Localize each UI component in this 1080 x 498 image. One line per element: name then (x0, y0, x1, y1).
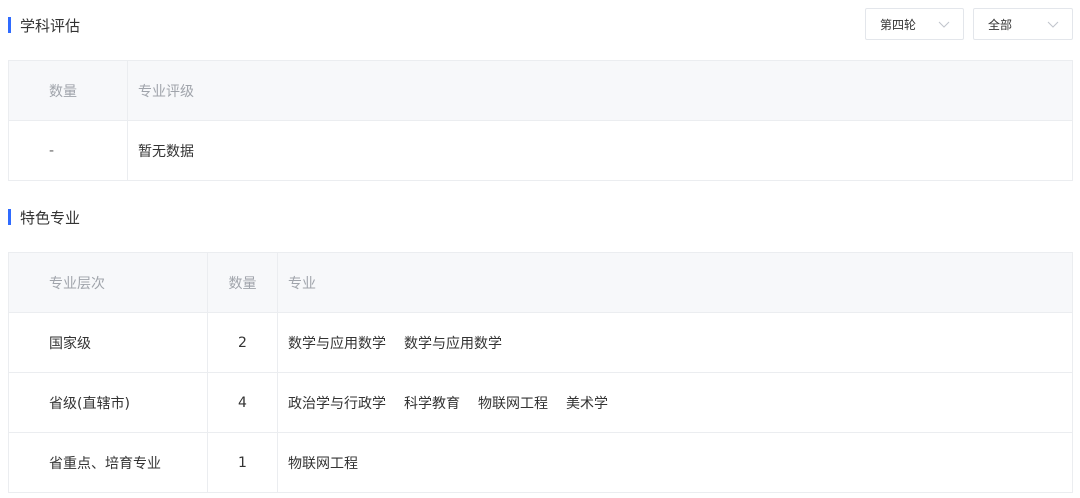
major-name: 科学教育 (404, 395, 460, 412)
major-name: 物联网工程 (478, 395, 548, 412)
section-title-discipline-assessment: 学科评估 (8, 15, 80, 35)
chevron-down-icon (938, 21, 950, 28)
major-name: 物联网工程 (288, 455, 358, 472)
cell-rating: 暂无数据 (127, 120, 1073, 181)
cell-count: 1 (207, 432, 278, 493)
table-row: 省级(直辖市) 4 政治学与行政学 科学教育 物联网工程 美术学 (8, 372, 1073, 433)
column-header-count: 数量 (8, 60, 128, 121)
scope-select[interactable]: 全部 (973, 8, 1073, 40)
table-row: 国家级 2 数学与应用数学 数学与应用数学 (8, 312, 1073, 373)
scope-select-value: 全部 (988, 17, 1013, 32)
assessment-table: 数量 专业评级 - 暂无数据 (8, 60, 1073, 181)
title-accent-bar (8, 17, 11, 33)
column-header-rating: 专业评级 (127, 60, 1073, 121)
round-select[interactable]: 第四轮 (865, 8, 964, 40)
table-row: - 暂无数据 (8, 120, 1073, 181)
column-header-majors: 专业 (277, 252, 1073, 313)
chevron-down-icon (1047, 21, 1059, 28)
cell-majors: 数学与应用数学 数学与应用数学 (277, 312, 1073, 373)
cell-majors: 政治学与行政学 科学教育 物联网工程 美术学 (277, 372, 1073, 433)
section-title-text: 学科评估 (20, 16, 81, 35)
table-row: 省重点、培育专业 1 物联网工程 (8, 432, 1073, 493)
cell-count: 2 (207, 312, 278, 373)
featured-majors-table: 专业层次 数量 专业 国家级 2 数学与应用数学 数学与应用数学 省级(直辖市) … (8, 252, 1073, 493)
section-title-text: 特色专业 (20, 208, 81, 227)
cell-level: 省级(直辖市) (8, 372, 208, 433)
cell-count: - (8, 120, 128, 181)
major-name: 数学与应用数学 (404, 335, 502, 352)
column-header-level: 专业层次 (8, 252, 208, 313)
section-title-featured-majors: 特色专业 (8, 207, 80, 227)
cell-level: 省重点、培育专业 (8, 432, 208, 493)
cell-level: 国家级 (8, 312, 208, 373)
cell-count: 4 (207, 372, 278, 433)
major-name: 政治学与行政学 (288, 395, 386, 412)
table-header-row: 专业层次 数量 专业 (8, 252, 1073, 313)
major-name: 美术学 (566, 395, 608, 412)
title-accent-bar (8, 209, 11, 225)
cell-majors: 物联网工程 (277, 432, 1073, 493)
table-header-row: 数量 专业评级 (8, 60, 1073, 121)
round-select-value: 第四轮 (880, 17, 917, 32)
column-header-count: 数量 (207, 252, 278, 313)
major-name: 数学与应用数学 (288, 335, 386, 352)
